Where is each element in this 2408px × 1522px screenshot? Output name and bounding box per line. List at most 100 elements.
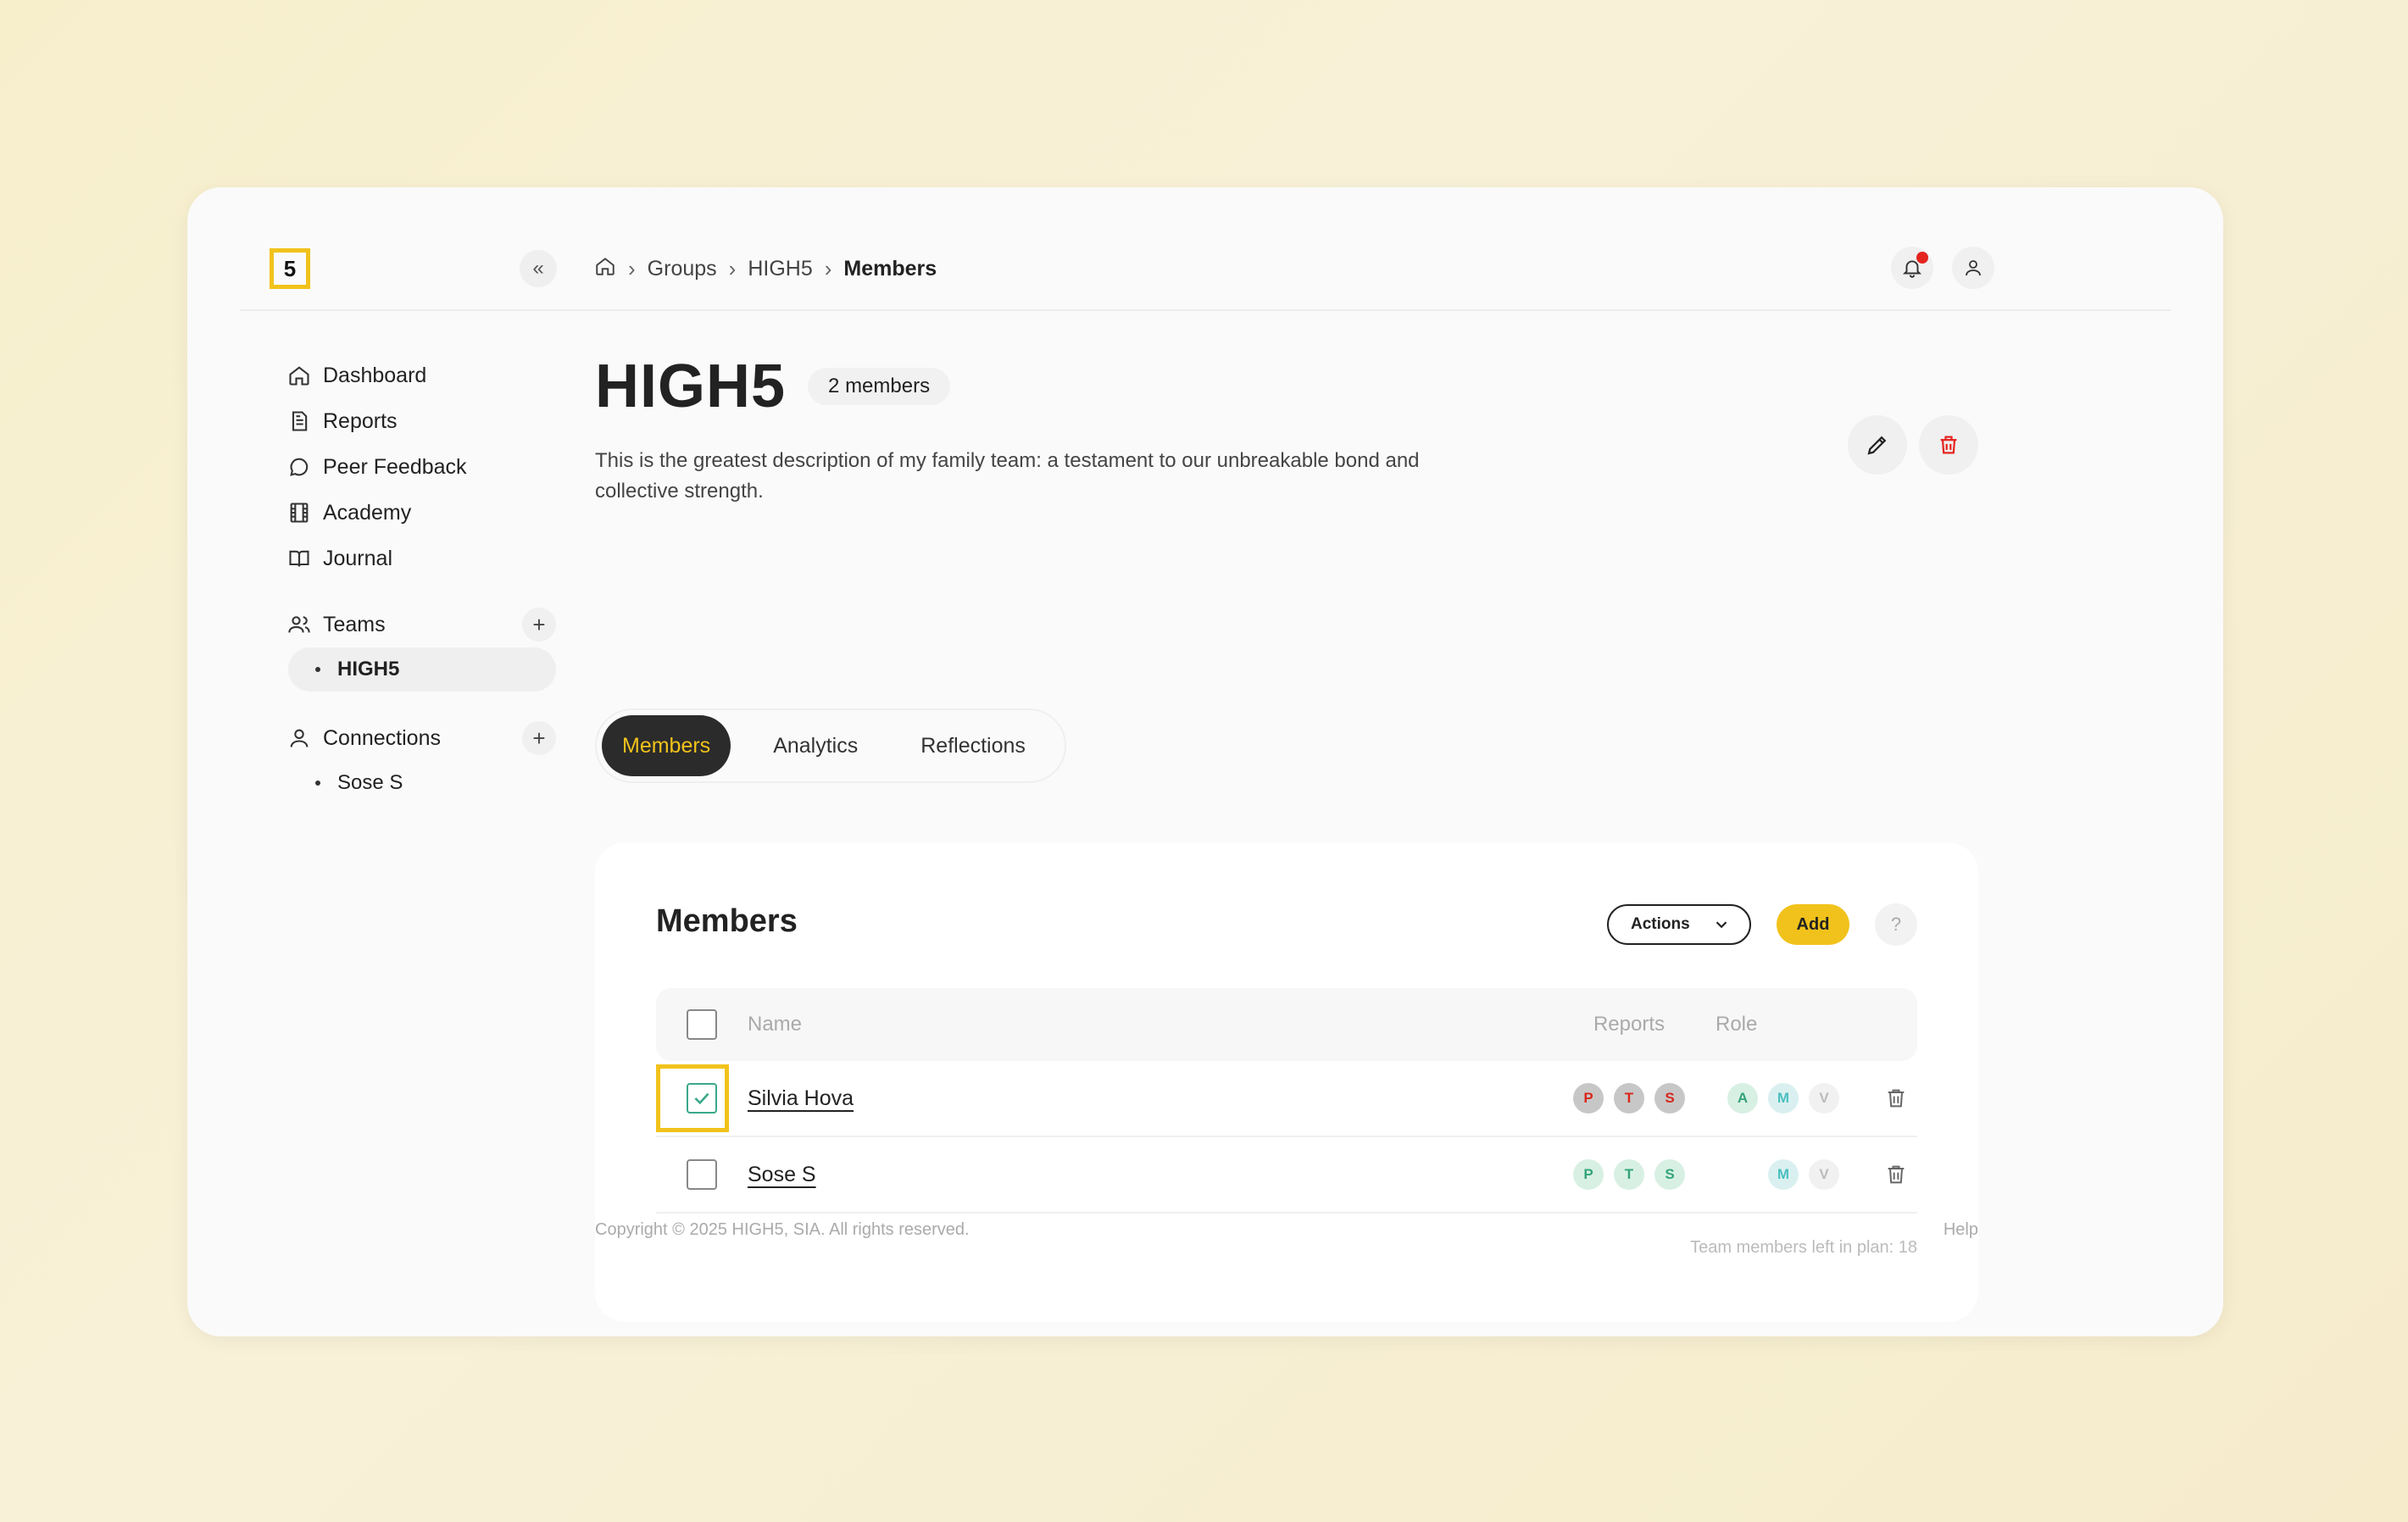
connections-header[interactable]: Connections <box>285 726 441 751</box>
film-icon <box>290 503 309 523</box>
trash-icon[interactable] <box>1884 1086 1908 1110</box>
notifications-button[interactable] <box>1891 247 1933 289</box>
role-cell: M V <box>1714 1159 1875 1190</box>
role-spacer <box>1727 1159 1758 1190</box>
member-count-badge: 2 members <box>808 368 951 405</box>
teams-header[interactable]: Teams <box>285 613 386 637</box>
team-item[interactable]: HIGH5 <box>288 647 556 692</box>
table-row: Silvia Hova P T S A M V <box>656 1061 1917 1137</box>
column-reports: Reports <box>1593 1013 1666 1036</box>
home-icon[interactable] <box>594 255 616 283</box>
chevron-right-icon: › <box>628 255 636 281</box>
trash-icon <box>1940 436 1957 454</box>
report-chip-t[interactable]: T <box>1614 1159 1644 1190</box>
profile-button[interactable] <box>1952 247 1994 289</box>
trash-icon[interactable] <box>1884 1163 1908 1186</box>
document-icon <box>292 411 308 431</box>
card-tools: Actions Add ? <box>1607 903 1917 946</box>
actions-label: Actions <box>1631 915 1690 933</box>
plan-footnote: Team members left in plan: 18 <box>1690 1238 1917 1257</box>
delete-cell <box>1875 1163 1917 1186</box>
connection-name: Sose S <box>337 771 403 794</box>
report-chip-p[interactable]: P <box>1573 1159 1604 1190</box>
table-row: Sose S P T S M V <box>656 1137 1917 1214</box>
teams-section: Teams + <box>285 602 556 647</box>
chat-icon <box>290 458 309 476</box>
report-chip-s[interactable]: S <box>1654 1083 1685 1114</box>
add-team-button[interactable]: + <box>522 608 556 642</box>
connections-section: Connections + <box>285 715 556 761</box>
nav-dashboard[interactable]: Dashboard <box>285 353 556 398</box>
select-all-cell <box>656 988 748 1061</box>
nav-reports[interactable]: Reports <box>285 398 556 444</box>
tabs: Members Analytics Reflections <box>595 708 1066 783</box>
help-link[interactable]: Help <box>1944 1220 1978 1240</box>
book-icon <box>289 550 309 567</box>
footer: Copyright © 2025 HIGH5, SIA. All rights … <box>595 1220 1978 1240</box>
actions-dropdown[interactable]: Actions <box>1607 904 1751 945</box>
edit-button[interactable] <box>1848 415 1907 475</box>
breadcrumb-current: Members <box>843 256 937 281</box>
member-name-link[interactable]: Sose S <box>748 1163 816 1186</box>
breadcrumb-group[interactable]: HIGH5 <box>748 257 812 281</box>
chevron-right-icon: › <box>824 255 832 281</box>
report-chip-p[interactable]: P <box>1573 1083 1604 1114</box>
breadcrumb-groups[interactable]: Groups <box>648 257 717 281</box>
copyright: Copyright © 2025 HIGH5, SIA. All rights … <box>595 1220 970 1239</box>
notification-dot <box>1916 252 1928 264</box>
focus-highlight <box>656 1064 729 1132</box>
members-card: Members Actions Add ? Name Reports Role <box>595 842 1978 1322</box>
group-description: This is the greatest description of my f… <box>595 449 1420 503</box>
nav-label: Peer Feedback <box>323 454 467 479</box>
logo[interactable]: 5 <box>270 248 310 289</box>
select-all-checkbox[interactable] <box>687 1009 717 1040</box>
row-checkbox[interactable] <box>687 1159 717 1190</box>
report-chip-t[interactable]: T <box>1614 1083 1644 1114</box>
row-select-cell <box>656 1137 748 1212</box>
role-cell: A M V <box>1714 1083 1875 1114</box>
nav-journal[interactable]: Journal <box>285 536 556 581</box>
role-chip-a[interactable]: A <box>1727 1083 1758 1114</box>
add-member-button[interactable]: Add <box>1777 904 1849 945</box>
app-window: 5 « › Groups › HIGH5 › Members Dashboard… <box>187 187 2223 1336</box>
nav-peer-feedback[interactable]: Peer Feedback <box>285 444 556 490</box>
team-name: HIGH5 <box>337 658 400 680</box>
members-table: Name Reports Role Silvia Hova P T S A M … <box>656 988 1917 1214</box>
chevron-right-icon: › <box>728 255 737 281</box>
column-name[interactable]: Name <box>748 1013 1544 1036</box>
row-select-cell <box>656 1061 748 1136</box>
help-button[interactable]: ? <box>1875 903 1917 946</box>
teams-label: Teams <box>323 612 386 636</box>
bullet <box>315 667 320 672</box>
table-header: Name Reports Role <box>656 988 1917 1061</box>
connection-item[interactable]: Sose S <box>288 761 556 805</box>
role-chip-v[interactable]: V <box>1809 1083 1839 1114</box>
members-card-title: Members <box>656 903 798 939</box>
nav-academy[interactable]: Academy <box>285 490 556 536</box>
nav-label: Dashboard <box>323 363 427 387</box>
chevron-down-icon <box>1716 921 1727 929</box>
reports-cell: P T S <box>1544 1083 1714 1114</box>
add-connection-button[interactable]: + <box>522 721 556 755</box>
nav-label: Journal <box>323 546 392 570</box>
role-chip-m[interactable]: M <box>1768 1159 1799 1190</box>
connections-label: Connections <box>323 725 441 750</box>
member-name-link[interactable]: Silvia Hova <box>748 1086 854 1110</box>
main-content: HIGH5 2 members This is the greatest des… <box>595 353 1978 1322</box>
delete-group-button[interactable] <box>1919 415 1978 475</box>
role-chip-m[interactable]: M <box>1768 1083 1799 1114</box>
role-chip-v[interactable]: V <box>1809 1159 1839 1190</box>
title-row: HIGH5 2 members <box>595 353 1978 420</box>
report-chip-s[interactable]: S <box>1654 1159 1685 1190</box>
reports-cell: P T S <box>1544 1159 1714 1190</box>
member-name-cell: Silvia Hova <box>748 1086 1544 1111</box>
user-icon <box>290 729 309 747</box>
collapse-sidebar-button[interactable]: « <box>520 250 557 287</box>
home-icon <box>289 366 309 386</box>
sidebar: Dashboard Reports Peer Feedback Academy … <box>285 353 556 805</box>
tab-members[interactable]: Members <box>602 715 731 776</box>
tab-reflections[interactable]: Reflections <box>900 715 1046 776</box>
tab-analytics[interactable]: Analytics <box>753 715 878 776</box>
bullet <box>315 780 320 786</box>
page-title: HIGH5 <box>595 353 787 420</box>
